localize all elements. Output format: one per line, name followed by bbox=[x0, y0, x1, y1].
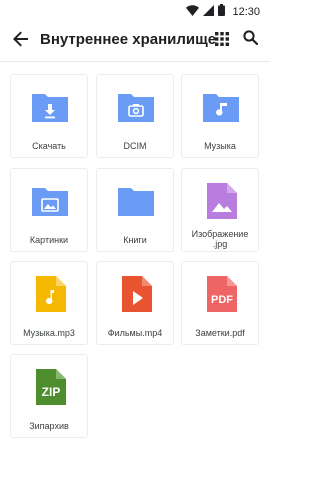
file-tile-pdf[interactable]: PDF Заметки.pdf bbox=[181, 261, 259, 345]
tile-label: Музыка bbox=[204, 141, 236, 151]
zip-file-icon: ZIP bbox=[30, 367, 70, 407]
tile-label: Музыка.mp3 bbox=[23, 328, 75, 338]
tile-label: Изображение .jpg bbox=[182, 229, 258, 249]
folder-tile-music[interactable]: Музыка bbox=[181, 74, 259, 158]
camera-folder-icon bbox=[116, 87, 156, 127]
tile-label: Книги bbox=[123, 235, 147, 245]
wifi-icon bbox=[186, 3, 200, 21]
tile-label: Зипархив bbox=[29, 421, 69, 431]
folder-tile-pictures[interactable]: Картинки bbox=[10, 168, 88, 252]
tile-label: DCIM bbox=[123, 141, 147, 151]
audio-file-icon bbox=[30, 274, 70, 314]
tile-label: Скачать bbox=[32, 141, 66, 151]
folder-tile-books[interactable]: Книги bbox=[96, 168, 174, 252]
signal-icon bbox=[203, 3, 215, 21]
status-bar: 12:30 bbox=[0, 0, 270, 20]
tile-label-line1: Изображение bbox=[191, 229, 249, 239]
grid-view-icon bbox=[215, 31, 229, 51]
search-button[interactable] bbox=[239, 29, 261, 51]
image-file-icon bbox=[201, 181, 241, 221]
zip-badge-text: ZIP bbox=[42, 385, 61, 399]
tile-label: Картинки bbox=[29, 235, 69, 245]
file-tile-mp3[interactable]: Музыка.mp3 bbox=[10, 261, 88, 345]
file-tile-image[interactable]: Изображение .jpg bbox=[181, 168, 259, 252]
grid-view-button[interactable] bbox=[211, 30, 233, 52]
pdf-file-icon: PDF bbox=[201, 274, 241, 314]
file-tile-zip[interactable]: ZIP Зипархив bbox=[10, 354, 88, 438]
file-tile-mp4[interactable]: Фильмы.mp4 bbox=[96, 261, 174, 345]
download-folder-icon bbox=[30, 87, 70, 127]
folder-icon bbox=[116, 181, 156, 221]
arrow-back-icon bbox=[13, 31, 29, 52]
video-file-icon bbox=[116, 274, 156, 314]
back-button[interactable] bbox=[8, 28, 34, 54]
tile-label-line2: .jpg bbox=[212, 239, 228, 249]
tile-label: Фильмы.mp4 bbox=[107, 328, 163, 338]
music-folder-icon bbox=[201, 87, 241, 127]
battery-icon bbox=[218, 3, 226, 21]
folder-tile-downloads[interactable]: Скачать bbox=[10, 74, 88, 158]
search-icon bbox=[242, 30, 258, 50]
page-title: Внутреннее хранилище bbox=[40, 31, 217, 48]
tile-label: Заметки.pdf bbox=[195, 328, 245, 338]
status-time: 12:30 bbox=[232, 6, 260, 18]
app-bar: Внутреннее хранилище bbox=[0, 20, 270, 62]
pictures-folder-icon bbox=[30, 181, 70, 221]
folder-tile-dcim[interactable]: DCIM bbox=[96, 74, 174, 158]
pdf-badge-text: PDF bbox=[211, 294, 233, 306]
